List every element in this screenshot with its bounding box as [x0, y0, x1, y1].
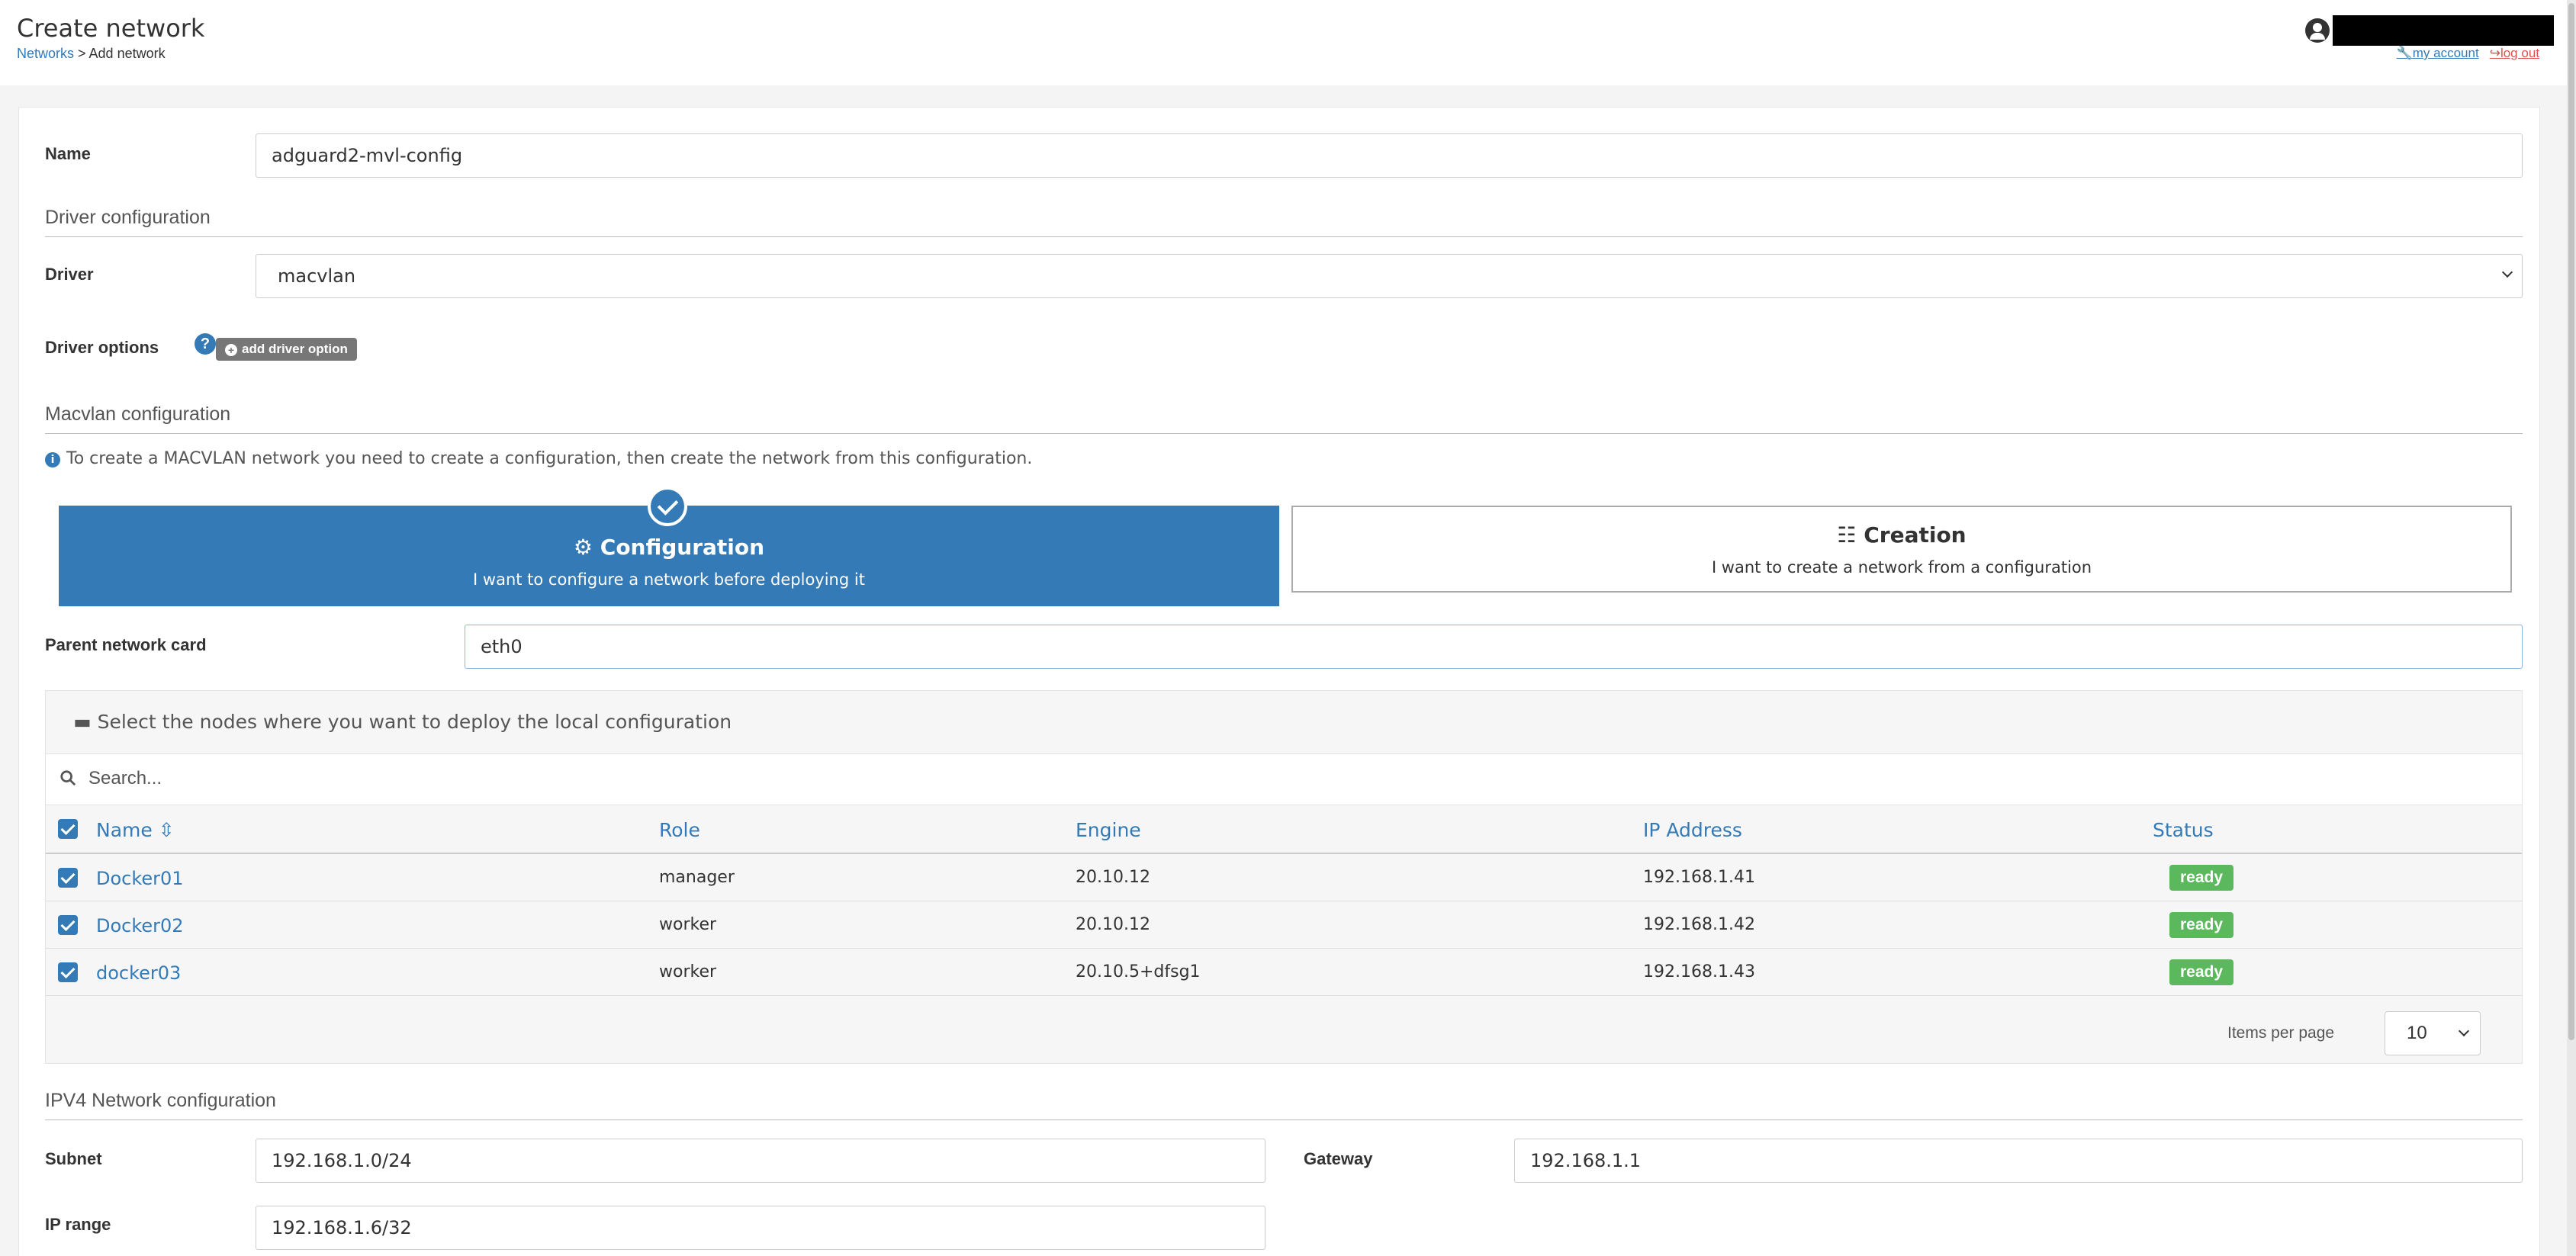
macvlan-info: i To create a MACVLAN network you need to… [45, 449, 1032, 468]
row-checkbox[interactable] [58, 868, 78, 888]
column-header-role[interactable]: Role [659, 819, 700, 841]
driver-select-value: macvlan [278, 265, 356, 287]
column-header-status[interactable]: Status [2153, 819, 2214, 841]
node-role: worker [659, 962, 717, 981]
gateway-label: Gateway [1304, 1149, 1373, 1168]
driver-select[interactable]: macvlan [256, 254, 2523, 298]
wrench-icon: 🔧 [2396, 46, 2413, 60]
add-driver-option-button[interactable]: + add driver option [216, 338, 357, 361]
subnet-label: Subnet [45, 1149, 102, 1168]
logout-link[interactable]: ↪log out [2490, 46, 2539, 61]
column-header-engine[interactable]: Engine [1076, 819, 1141, 841]
ipv4-section-title: IPV4 Network configuration [45, 1090, 2523, 1120]
macvlan-section-title: Macvlan configuration [45, 403, 2523, 434]
chevron-down-icon [2501, 266, 2513, 278]
table-row[interactable]: Docker02 worker 20.10.12 192.168.1.42 re… [46, 901, 2522, 949]
items-per-page-label: Items per page [2227, 1024, 2335, 1042]
server-icon: ▬ [73, 711, 92, 733]
driver-section-title: Driver configuration [45, 207, 2523, 237]
info-icon: i [45, 452, 60, 467]
node-name-link[interactable]: Docker01 [96, 868, 184, 889]
node-ip: 192.168.1.43 [1643, 962, 1755, 981]
configuration-option-subtitle: I want to configure a network before dep… [473, 570, 865, 589]
nodes-table-header: Name ⇳ Role Engine IP Address Status [46, 805, 2522, 854]
node-name-link[interactable]: Docker02 [96, 915, 184, 936]
plus-circle-icon: + [225, 344, 237, 356]
table-row[interactable]: docker03 worker 20.10.5+dfsg1 192.168.1.… [46, 949, 2522, 996]
node-name-link[interactable]: docker03 [96, 962, 181, 984]
column-header-name[interactable]: Name ⇳ [96, 819, 175, 841]
node-engine: 20.10.12 [1076, 868, 1150, 887]
check-circle-icon [648, 487, 687, 526]
node-role: worker [659, 915, 717, 934]
status-badge: ready [2169, 865, 2234, 891]
nodes-title: ▬ Select the nodes where you want to dep… [73, 711, 732, 733]
scrollbar-thumb[interactable] [2568, 3, 2574, 1040]
parent-network-card-input[interactable]: eth0 [465, 625, 2523, 669]
items-per-page-select[interactable]: 10 [2385, 1011, 2481, 1055]
node-ip: 192.168.1.41 [1643, 868, 1755, 887]
nodes-search[interactable]: Search... [46, 753, 2522, 805]
network-form-card: Name adguard2-mvl-config Driver configur… [18, 107, 2540, 1256]
creation-option[interactable]: ☷ Creation I want to create a network fr… [1291, 506, 2512, 593]
node-engine: 20.10.12 [1076, 915, 1150, 934]
logout-label: log out [2500, 46, 2539, 60]
creation-option-title: ☷ Creation [1293, 522, 2510, 548]
items-per-page-value: 10 [2407, 1023, 2427, 1043]
ip-range-label: IP range [45, 1215, 111, 1234]
configuration-option-title: ⚙ Configuration [59, 535, 1279, 560]
header-links: 🔧my account ↪log out [2397, 46, 2539, 61]
search-icon [60, 770, 76, 786]
driver-label: Driver [45, 265, 94, 284]
breadcrumb-networks-link[interactable]: Networks [17, 46, 74, 61]
user-circle-icon [2305, 18, 2330, 43]
my-account-link[interactable]: 🔧my account [2397, 46, 2479, 61]
subnet-input[interactable]: 192.168.1.0/24 [256, 1139, 1265, 1183]
chevron-down-icon [2458, 1025, 2470, 1037]
nodes-title-text: Select the nodes where you want to deplo… [97, 711, 732, 733]
page-header: Create network Networks > Add network 🔧m… [0, 0, 2576, 85]
driver-options-label: Driver options [45, 338, 159, 357]
nodes-panel: ▬ Select the nodes where you want to dep… [45, 690, 2523, 1064]
cog-icon: ⚙ [573, 535, 593, 560]
column-header-ip[interactable]: IP Address [1643, 819, 1742, 841]
status-badge: ready [2169, 959, 2234, 985]
add-driver-option-label: add driver option [242, 342, 348, 356]
node-ip: 192.168.1.42 [1643, 915, 1755, 934]
row-checkbox[interactable] [58, 962, 78, 982]
my-account-label: my account [2412, 46, 2479, 60]
parent-network-card-label: Parent network card [45, 635, 207, 654]
question-icon[interactable]: ? [195, 333, 216, 355]
select-all-checkbox[interactable] [58, 819, 78, 839]
username-redacted [2333, 15, 2554, 46]
sort-icon: ⇳ [158, 819, 175, 841]
gateway-input[interactable]: 192.168.1.1 [1514, 1139, 2523, 1183]
logout-icon: ↪ [2489, 46, 2500, 60]
page-title: Create network [17, 14, 205, 43]
search-input[interactable]: Search... [88, 768, 162, 789]
row-checkbox[interactable] [58, 915, 78, 935]
sitemap-icon: ☷ [1837, 522, 1857, 548]
name-label: Name [45, 144, 91, 163]
creation-option-subtitle: I want to create a network from a config… [1711, 558, 2092, 577]
configuration-title-text: Configuration [600, 535, 765, 560]
macvlan-info-text: To create a MACVLAN network you need to … [66, 449, 1033, 468]
table-row[interactable]: Docker01 manager 20.10.12 192.168.1.41 r… [46, 854, 2522, 901]
breadcrumb: Networks > Add network [17, 46, 166, 62]
name-input[interactable]: adguard2-mvl-config [256, 133, 2523, 178]
page-scrollbar[interactable] [2567, 0, 2576, 1256]
node-role: manager [659, 868, 735, 887]
creation-title-text: Creation [1864, 522, 1967, 548]
node-engine: 20.10.5+dfsg1 [1076, 962, 1201, 981]
breadcrumb-current: > Add network [74, 46, 166, 61]
status-badge: ready [2169, 912, 2234, 938]
ip-range-input[interactable]: 192.168.1.6/32 [256, 1206, 1265, 1250]
column-header-name-label: Name [96, 819, 153, 841]
